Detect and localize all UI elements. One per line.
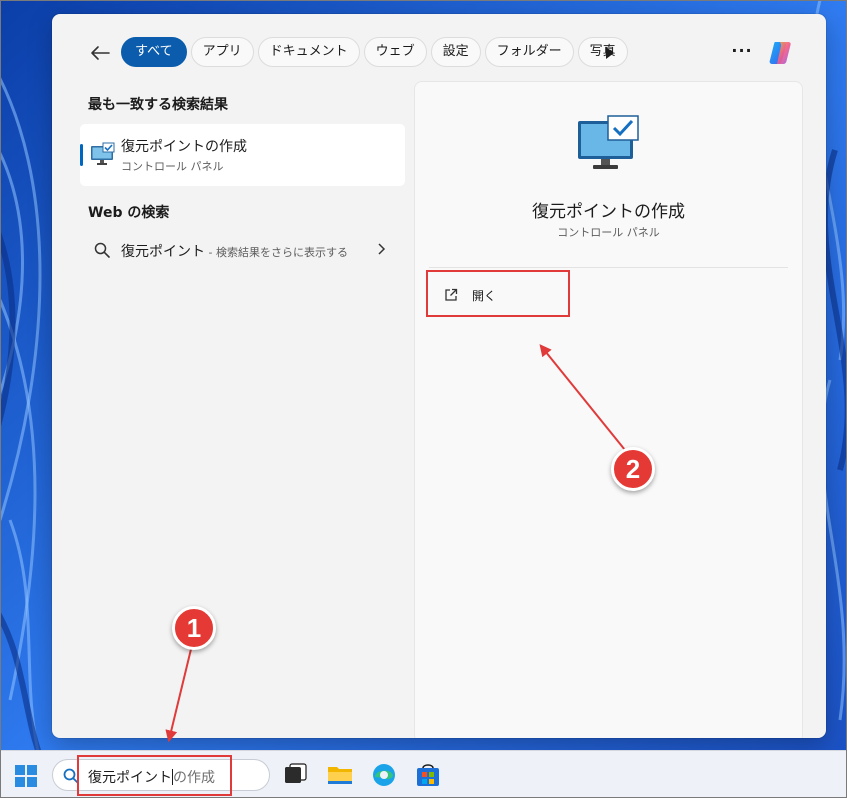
filter-all[interactable]: すべて [121,37,187,67]
search-panel: すべて アプリ ドキュメント ウェブ 設定 フォルダー 写真 ··· 最も一致す… [52,14,826,738]
best-match-heading: 最も一致する検索結果 [88,97,228,113]
web-search-heading: Web の検索 [88,205,170,221]
preview-divider [429,267,788,268]
copilot-icon [769,42,791,64]
filter-tabs: すべて アプリ ドキュメント ウェブ 設定 フォルダー 写真 [121,37,628,67]
filter-settings[interactable]: 設定 [430,37,481,67]
search-icon [94,242,110,258]
play-arrow-icon [606,47,614,59]
preview-subtitle: コントロール パネル [557,226,660,239]
system-restore-icon [91,142,115,165]
annotation-highlight-open [426,270,570,317]
more-filters-button[interactable] [600,43,620,63]
back-arrow-icon [91,46,110,60]
preview-title: 復元ポイントの作成 [532,202,685,222]
copilot-button[interactable] [766,38,796,68]
best-match-result[interactable]: 復元ポイントの作成 コントロール パネル [80,124,405,186]
chevron-right-icon [378,243,386,255]
web-search-query-row: 復元ポイント - 検索結果をさらに表示する [121,241,348,261]
web-search-result[interactable]: 復元ポイント - 検索結果をさらに表示する [80,234,405,266]
selection-indicator [80,144,83,166]
annotation-highlight-search [77,755,232,796]
filter-apps[interactable]: アプリ [190,37,254,67]
web-search-hint: - 検索結果をさらに表示する [205,246,348,259]
filter-folders[interactable]: フォルダー [484,37,574,67]
best-match-title: 復元ポイントの作成 [121,139,247,155]
microsoft-store-icon[interactable] [414,761,442,789]
more-options-button[interactable]: ··· [730,41,754,65]
system-restore-large-icon [578,115,639,169]
back-button[interactable] [88,41,112,65]
file-explorer-icon[interactable] [326,761,354,789]
edge-browser-icon[interactable] [370,761,398,789]
filter-web[interactable]: ウェブ [363,37,427,67]
task-view-icon[interactable] [281,761,309,789]
preview-pane: 復元ポイントの作成 コントロール パネル 開く [415,82,802,738]
best-match-subtitle: コントロール パネル [121,160,224,173]
filter-documents[interactable]: ドキュメント [257,37,360,67]
windows-start-icon[interactable] [15,765,37,787]
web-search-query: 復元ポイント [121,244,205,260]
step-1-badge: 1 [172,606,216,650]
step-2-badge: 2 [611,447,655,491]
